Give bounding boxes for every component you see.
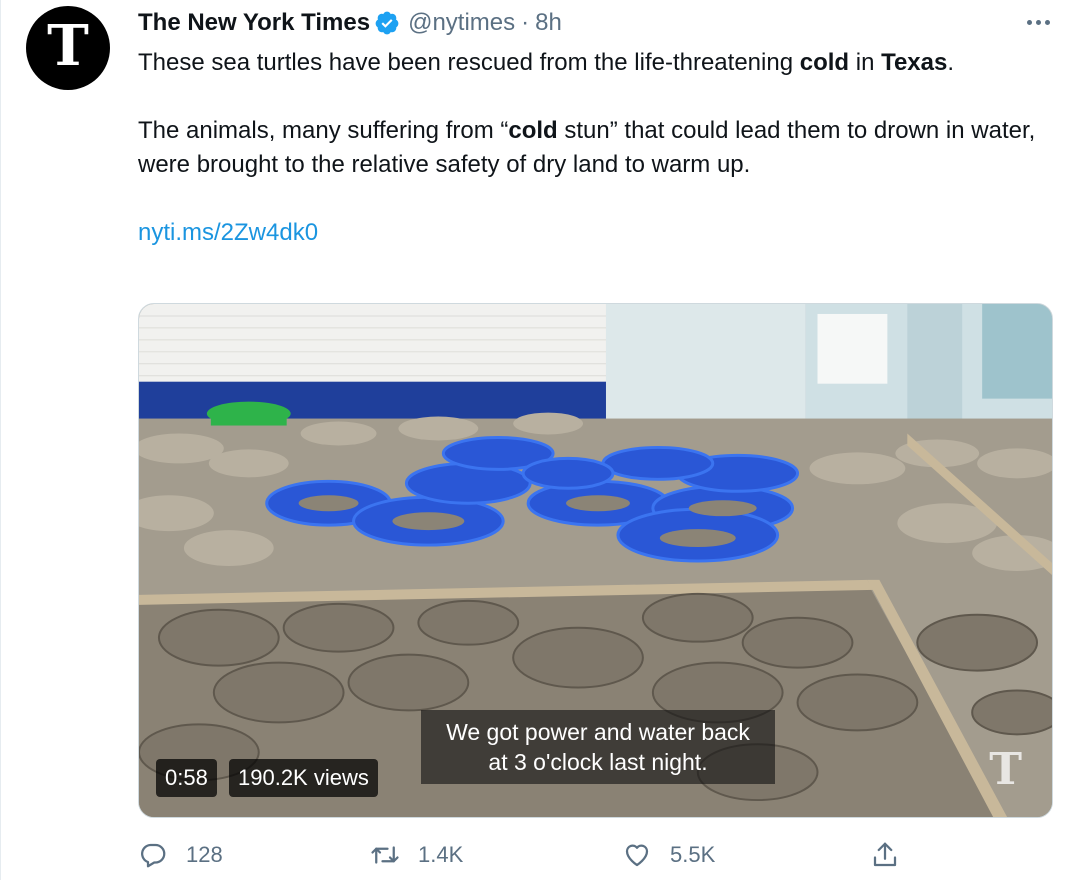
verified-badge-icon <box>375 11 399 35</box>
bold-keyword: Texas <box>881 49 948 76</box>
timeline-border <box>0 0 1 880</box>
reply-button[interactable]: 128 <box>138 836 223 874</box>
author-name[interactable]: The New York Times <box>138 9 370 37</box>
tweet-header: The New York Times @nytimes · 8h <box>138 6 562 40</box>
tweet-paragraph-2: The animals, many suffering from “cold s… <box>138 114 1058 182</box>
reply-icon <box>141 843 166 868</box>
retweet-button[interactable]: 1.4K <box>370 836 463 874</box>
retweet-count: 1.4K <box>418 842 464 867</box>
avatar-logo: T <box>47 13 89 79</box>
tweet-actions: 128 1.4K 5.5K <box>0 836 1080 874</box>
tweet-time[interactable]: 8h <box>535 9 562 37</box>
heart-icon <box>625 844 649 867</box>
video-player[interactable]: We got power and water back at 3 o'clock… <box>138 303 1053 818</box>
video-watermark-logo: T <box>989 744 1022 795</box>
like-button[interactable]: 5.5K <box>622 836 715 874</box>
tweet-paragraph-1: These sea turtles have been rescued from… <box>138 46 1058 80</box>
video-duration: 0:58 <box>156 759 217 797</box>
video-views: 190.2K views <box>229 759 378 797</box>
more-options-icon[interactable] <box>1018 10 1058 34</box>
article-link[interactable]: nyti.ms/2Zw4dk0 <box>138 219 318 246</box>
subtitle-line-2: at 3 o'clock last night. <box>488 749 708 775</box>
header-separator: · <box>521 9 530 36</box>
author-handle[interactable]: @nytimes <box>408 9 515 37</box>
bold-keyword: cold <box>799 49 850 76</box>
subtitle-line-1: We got power and water back <box>446 719 750 745</box>
author-avatar[interactable]: T <box>26 6 110 90</box>
video-subtitle: We got power and water back at 3 o'clock… <box>421 710 775 784</box>
bold-keyword: cold <box>508 117 558 144</box>
like-count: 5.5K <box>670 842 716 867</box>
text-run: The animals, many suffering from “ <box>138 117 509 144</box>
retweet-icon <box>371 846 399 864</box>
text-run: in <box>849 49 882 76</box>
text-run: These sea turtles have been rescued from… <box>138 49 800 76</box>
reply-count: 128 <box>186 842 223 867</box>
share-button[interactable] <box>870 836 918 874</box>
text-run: . <box>947 49 955 76</box>
tweet-text: These sea turtles have been rescued from… <box>138 46 1058 250</box>
share-icon <box>873 842 897 867</box>
